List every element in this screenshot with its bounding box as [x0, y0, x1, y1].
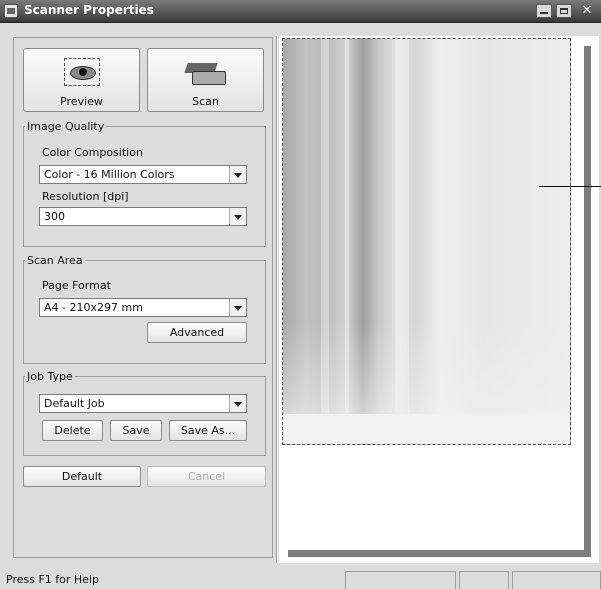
- advanced-button[interactable]: Advanced: [147, 322, 247, 343]
- close-icon[interactable]: ✕: [578, 4, 596, 18]
- page-format-label: Page Format: [42, 279, 111, 292]
- job-type-legend: Job Type: [27, 370, 73, 383]
- save-as-button[interactable]: Save As...: [169, 420, 247, 441]
- dropdown-arrow-icon[interactable]: [229, 299, 246, 316]
- preview-shadow: [584, 46, 591, 554]
- scanner-properties-window: Scanner Properties ✕ Preview Scan Image …: [0, 0, 601, 589]
- dropdown-arrow-icon[interactable]: [229, 208, 246, 225]
- title-bar[interactable]: Scanner Properties ✕: [0, 0, 601, 23]
- image-bottom-strip: [283, 414, 570, 444]
- page-format-value: A4 - 210x297 mm: [44, 301, 143, 314]
- resolution-label: Resolution [dpi]: [42, 190, 129, 203]
- scanned-preview-image[interactable]: [282, 38, 571, 445]
- panel-divider[interactable]: [276, 36, 278, 563]
- job-type-select[interactable]: Default Job: [39, 394, 247, 413]
- minimize-icon[interactable]: [536, 4, 552, 18]
- status-cell: [459, 571, 509, 589]
- dropdown-arrow-icon[interactable]: [229, 166, 246, 183]
- scan-button[interactable]: Scan: [147, 48, 264, 112]
- preview-eye-icon: [64, 58, 100, 86]
- callout-line: [539, 186, 601, 187]
- dropdown-arrow-icon[interactable]: [229, 395, 246, 412]
- save-button[interactable]: Save: [110, 420, 162, 441]
- delete-button[interactable]: Delete: [42, 420, 103, 441]
- color-composition-select[interactable]: Color - 16 Million Colors: [39, 165, 247, 184]
- window-icon: [4, 4, 18, 18]
- job-type-group: Job Type: [23, 370, 266, 456]
- default-button[interactable]: Default: [23, 466, 141, 487]
- page-format-select[interactable]: A4 - 210x297 mm: [39, 298, 247, 317]
- image-fade: [283, 39, 570, 444]
- preview-button-label: Preview: [60, 95, 103, 108]
- window-title: Scanner Properties: [24, 3, 154, 17]
- resolution-select[interactable]: 300: [39, 207, 247, 226]
- status-text: Press F1 for Help: [6, 573, 99, 586]
- resolution-value: 300: [44, 210, 65, 223]
- scan-button-label: Scan: [192, 95, 219, 108]
- maximize-icon[interactable]: [556, 4, 572, 18]
- job-type-value: Default Job: [44, 397, 105, 410]
- color-composition-label: Color Composition: [42, 146, 143, 159]
- cancel-button[interactable]: Cancel: [147, 466, 266, 487]
- image-quality-legend: Image Quality: [27, 120, 105, 133]
- preview-shadow: [288, 550, 591, 557]
- scanner-icon: [186, 59, 226, 87]
- color-composition-value: Color - 16 Million Colors: [44, 168, 175, 181]
- status-cell: [345, 571, 456, 589]
- status-cell: [512, 571, 601, 589]
- preview-button[interactable]: Preview: [23, 48, 140, 112]
- status-bar: Press F1 for Help: [0, 567, 601, 589]
- scan-area-legend: Scan Area: [27, 254, 83, 267]
